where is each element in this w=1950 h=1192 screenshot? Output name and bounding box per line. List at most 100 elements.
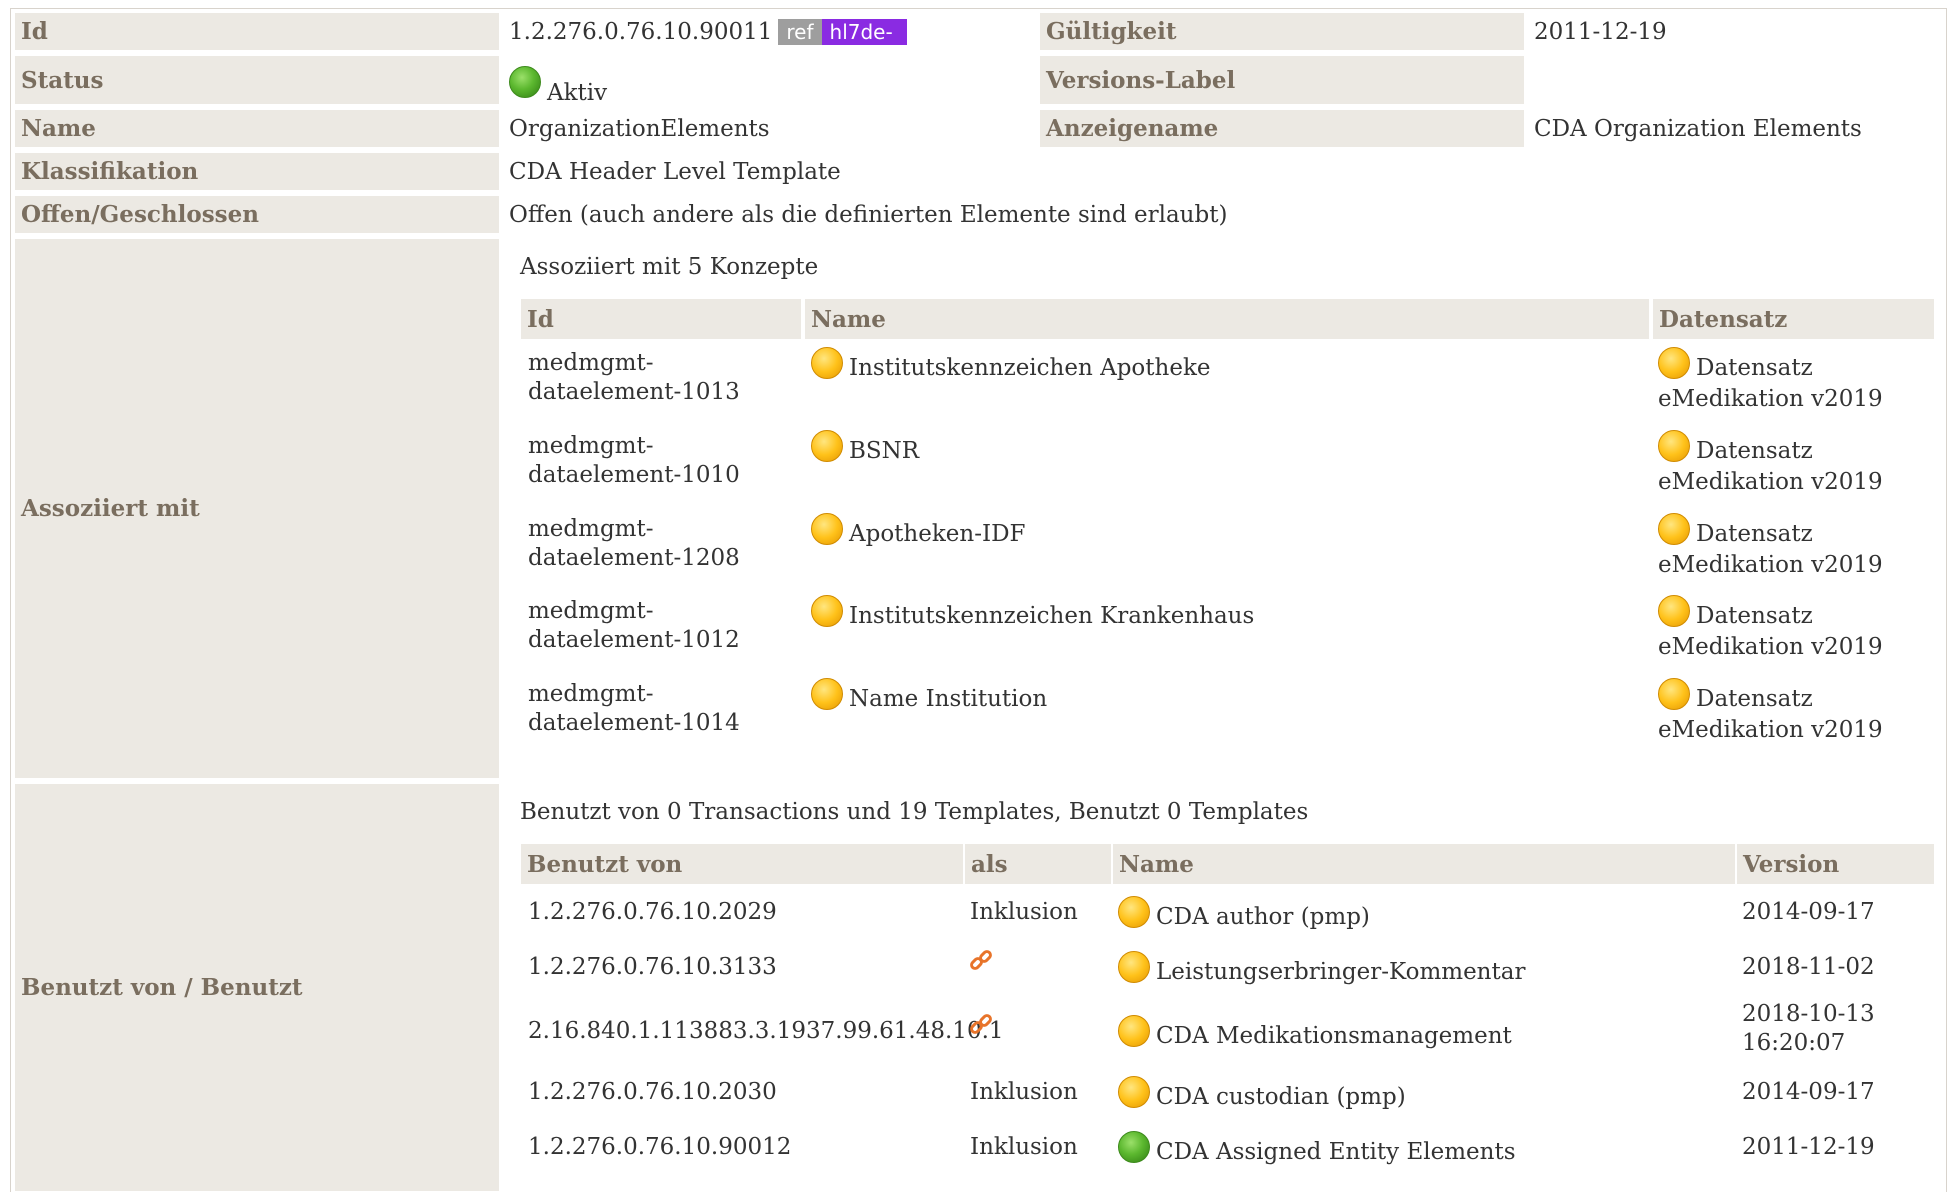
table-row: medmgmt- dataelement-1013 bbox=[528, 349, 740, 407]
status-active-icon bbox=[509, 66, 541, 98]
dataset-cell: Datensatz eMedikation v2019 bbox=[1658, 430, 1883, 497]
assoc-header-dataset[interactable]: Datensatz bbox=[1653, 299, 1934, 339]
concept-id-line2: dataelement-1208 bbox=[528, 545, 740, 571]
used-name-cell[interactable]: Leistungserbringer-Kommentar bbox=[1118, 951, 1525, 989]
dataset-cell: Datensatz eMedikation v2019 bbox=[1658, 678, 1883, 745]
concept-name[interactable]: Institutskennzeichen Apotheke bbox=[849, 355, 1211, 381]
used-name[interactable]: Leistungserbringer-Kommentar bbox=[1156, 959, 1525, 985]
draft-status-icon bbox=[1118, 1076, 1150, 1108]
concept-name-cell[interactable]: Apotheken-IDF bbox=[811, 513, 1025, 551]
label-display-name: Anzeigename bbox=[1040, 110, 1524, 147]
table-row: medmgmt- dataelement-1012 bbox=[528, 597, 740, 655]
used-name[interactable]: CDA Medikationsmanagement bbox=[1156, 1023, 1512, 1049]
dataset-status-icon bbox=[1658, 595, 1690, 627]
used-by-id[interactable]: 1.2.276.0.76.10.3133 bbox=[528, 953, 777, 982]
used-header-version[interactable]: Version bbox=[1737, 844, 1934, 884]
concept-id-line2: dataelement-1012 bbox=[528, 627, 740, 653]
concept-name[interactable]: BSNR bbox=[849, 438, 919, 464]
draft-status-icon bbox=[811, 678, 843, 710]
used-by-caption: Benutzt von 0 Transactions und 19 Templa… bbox=[520, 799, 1309, 825]
used-by-id[interactable]: 1.2.276.0.76.10.90012 bbox=[528, 1133, 791, 1162]
id-value-group: 1.2.276.0.76.10.90011 ref hl7de- bbox=[509, 13, 907, 50]
concept-id-line1: medmgmt- bbox=[528, 350, 654, 376]
draft-status-icon bbox=[811, 595, 843, 627]
label-version-label: Versions-Label bbox=[1040, 56, 1524, 104]
concept-name[interactable]: Apotheken-IDF bbox=[849, 521, 1025, 547]
table-row: medmgmt- dataelement-1010 bbox=[528, 432, 740, 490]
label-classification: Klassifikation bbox=[15, 153, 499, 190]
concept-name-cell[interactable]: BSNR bbox=[811, 430, 919, 468]
used-version: 2014-09-17 bbox=[1742, 1079, 1875, 1105]
active-status-icon bbox=[1118, 1131, 1150, 1163]
used-by-id[interactable]: 2.16.840.1.113883.3.1937.99.61.48.10.1 bbox=[528, 1017, 1004, 1046]
used-name[interactable]: CDA author (pmp) bbox=[1156, 904, 1370, 930]
label-id: Id bbox=[15, 13, 499, 50]
concept-name-cell[interactable]: Institutskennzeichen Apotheke bbox=[811, 347, 1211, 385]
dataset-line1: Datensatz bbox=[1696, 686, 1813, 712]
display-name-value: CDA Organization Elements bbox=[1534, 115, 1862, 142]
used-name-cell[interactable]: CDA Medikationsmanagement bbox=[1118, 1015, 1512, 1053]
used-as-value: Inklusion bbox=[970, 1134, 1078, 1160]
link-icon[interactable] bbox=[968, 948, 994, 982]
dataset-line1: Datensatz bbox=[1696, 355, 1813, 381]
dataset-status-icon bbox=[1658, 430, 1690, 462]
draft-status-icon bbox=[1118, 896, 1150, 928]
used-version-cell: 2014-09-17 bbox=[1742, 898, 1875, 927]
used-version-cell: 2018-11-02 bbox=[1742, 953, 1875, 982]
used-version-cell: 2011-12-19 bbox=[1742, 1133, 1875, 1162]
label-status: Status bbox=[15, 56, 499, 104]
concept-name[interactable]: Name Institution bbox=[849, 686, 1047, 712]
dataset-line1: Datensatz bbox=[1696, 521, 1813, 547]
table-row: medmgmt- dataelement-1208 bbox=[528, 515, 740, 573]
concept-id-line1: medmgmt- bbox=[528, 598, 654, 624]
label-validity: Gültigkeit bbox=[1040, 13, 1524, 50]
concept-id-line1: medmgmt- bbox=[528, 433, 654, 459]
assoc-header-id[interactable]: Id bbox=[521, 299, 801, 339]
used-name-cell[interactable]: CDA Assigned Entity Elements bbox=[1118, 1131, 1516, 1169]
concept-name-cell[interactable]: Institutskennzeichen Krankenhaus bbox=[811, 595, 1254, 633]
used-name[interactable]: CDA custodian (pmp) bbox=[1156, 1084, 1406, 1110]
status-value: Aktiv bbox=[547, 80, 608, 106]
used-by-id[interactable]: 1.2.276.0.76.10.2030 bbox=[528, 1078, 777, 1107]
concept-id-line1: medmgmt- bbox=[528, 681, 654, 707]
dataset-line2: eMedikation v2019 bbox=[1658, 469, 1883, 495]
dataset-line1: Datensatz bbox=[1696, 603, 1813, 629]
dataset-status-icon bbox=[1658, 678, 1690, 710]
template-id: 1.2.276.0.76.10.90011 bbox=[509, 18, 773, 45]
associated-caption: Assoziiert mit 5 Konzepte bbox=[520, 254, 819, 280]
used-header-as[interactable]: als bbox=[965, 844, 1111, 884]
dataset-cell: Datensatz eMedikation v2019 bbox=[1658, 513, 1883, 580]
draft-status-icon bbox=[811, 513, 843, 545]
draft-status-icon bbox=[811, 347, 843, 379]
label-name: Name bbox=[15, 110, 499, 147]
dataset-line2: eMedikation v2019 bbox=[1658, 717, 1883, 743]
used-header-name[interactable]: Name bbox=[1113, 844, 1735, 884]
dataset-line2: eMedikation v2019 bbox=[1658, 386, 1883, 412]
label-used-by: Benutzt von / Benutzt bbox=[15, 784, 499, 1191]
table-row: medmgmt- dataelement-1014 bbox=[528, 680, 740, 738]
used-name-cell[interactable]: CDA custodian (pmp) bbox=[1118, 1076, 1406, 1114]
used-version: 2018-10-13 bbox=[1742, 1001, 1875, 1027]
assoc-header-name[interactable]: Name bbox=[805, 299, 1649, 339]
dataset-line1: Datensatz bbox=[1696, 438, 1813, 464]
used-version-cell: 2018-10-13 16:20:07 bbox=[1742, 1000, 1875, 1058]
hl7-badge[interactable]: hl7de- bbox=[821, 18, 907, 45]
used-version-time: 16:20:07 bbox=[1742, 1030, 1846, 1056]
used-as-value: Inklusion bbox=[970, 1079, 1078, 1105]
concept-name-cell[interactable]: Name Institution bbox=[811, 678, 1047, 716]
concept-name[interactable]: Institutskennzeichen Krankenhaus bbox=[849, 603, 1254, 629]
name-value: OrganizationElements bbox=[509, 115, 770, 142]
dataset-cell: Datensatz eMedikation v2019 bbox=[1658, 595, 1883, 662]
used-by-id[interactable]: 1.2.276.0.76.10.2029 bbox=[528, 898, 777, 927]
draft-status-icon bbox=[811, 430, 843, 462]
concept-id-line1: medmgmt- bbox=[528, 516, 654, 542]
used-header-used-by[interactable]: Benutzt von bbox=[521, 844, 963, 884]
dataset-status-icon bbox=[1658, 347, 1690, 379]
concept-id-line2: dataelement-1014 bbox=[528, 710, 740, 736]
ref-badge[interactable]: ref bbox=[778, 18, 822, 45]
used-name-cell[interactable]: CDA author (pmp) bbox=[1118, 896, 1370, 934]
used-name[interactable]: CDA Assigned Entity Elements bbox=[1156, 1139, 1516, 1165]
dataset-cell: Datensatz eMedikation v2019 bbox=[1658, 347, 1883, 414]
link-icon[interactable] bbox=[968, 1012, 994, 1046]
dataset-line2: eMedikation v2019 bbox=[1658, 552, 1883, 578]
